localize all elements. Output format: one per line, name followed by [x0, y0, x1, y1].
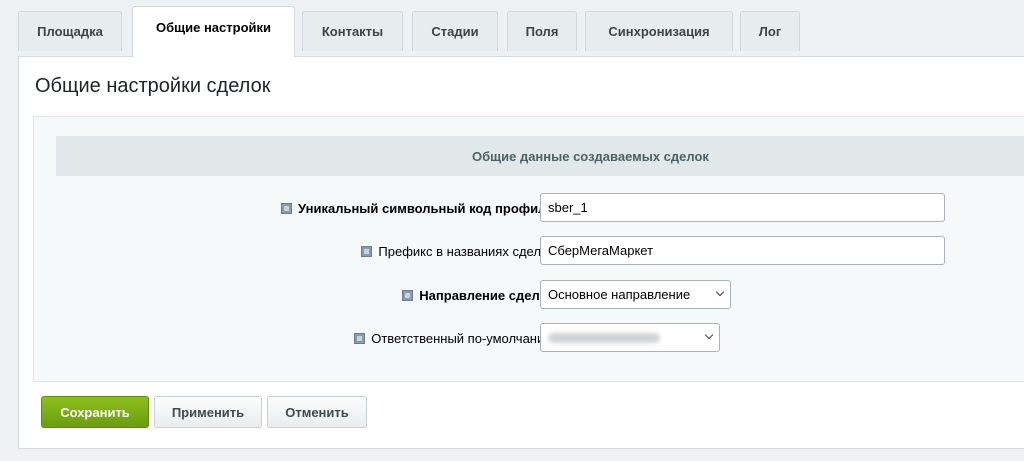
responsible-redacted-value — [548, 332, 660, 343]
section-title: Общие данные создаваемых сделок — [472, 148, 709, 164]
deal-prefix-label: Префикс в названиях сделок — [361, 244, 554, 259]
row-deal-prefix: Префикс в названиях сделок — [34, 236, 1024, 268]
tab-general-settings[interactable]: Общие настройки — [132, 6, 295, 57]
tab-sync[interactable]: Синхронизация — [585, 11, 733, 51]
row-responsible: Ответственный по-умолчанию — [34, 323, 1024, 355]
responsible-label-text: Ответственный по-умолчанию — [371, 331, 554, 346]
chevron-down-icon — [715, 287, 725, 297]
responsible-label: Ответственный по-умолчанию — [354, 331, 554, 346]
profile-code-input[interactable] — [540, 193, 945, 222]
tab-fields[interactable]: Поля — [507, 11, 577, 51]
help-icon[interactable] — [361, 246, 373, 257]
save-button[interactable]: Сохранить — [41, 396, 149, 428]
tab-platform[interactable]: Площадка — [18, 11, 122, 51]
profile-code-label: Уникальный символьный код профиля — [281, 201, 554, 216]
tab-contacts[interactable]: Контакты — [302, 11, 403, 51]
deal-direction-label: Направление сделок — [402, 288, 554, 303]
deal-prefix-input[interactable] — [540, 236, 945, 265]
apply-button[interactable]: Применить — [154, 396, 262, 428]
deal-direction-value: Основное направление — [548, 287, 691, 302]
responsible-select[interactable] — [540, 323, 720, 352]
section-header: Общие данные создаваемых сделок — [56, 136, 1024, 176]
help-icon[interactable] — [354, 333, 366, 344]
help-icon[interactable] — [402, 290, 414, 301]
page-title: Общие настройки сделок — [35, 75, 271, 97]
tab-stages[interactable]: Стадии — [412, 11, 498, 51]
settings-form: Общие данные создаваемых сделок Уникальн… — [33, 116, 1024, 382]
tab-log[interactable]: Лог — [740, 11, 800, 51]
deal-direction-label-text: Направление сделок — [419, 288, 554, 303]
deal-prefix-label-text: Префикс в названиях сделок — [378, 244, 554, 259]
profile-code-label-text: Уникальный символьный код профиля — [298, 201, 554, 216]
row-profile-code: Уникальный символьный код профиля — [34, 193, 1024, 225]
deal-direction-select[interactable]: Основное направление — [540, 280, 731, 309]
chevron-down-icon — [704, 330, 714, 340]
row-deal-direction: Направление сделок Основное направление — [34, 280, 1024, 312]
settings-panel: Общие настройки сделок Общие данные созд… — [18, 56, 1024, 449]
cancel-button[interactable]: Отменить — [267, 396, 367, 428]
help-icon[interactable] — [281, 203, 293, 214]
